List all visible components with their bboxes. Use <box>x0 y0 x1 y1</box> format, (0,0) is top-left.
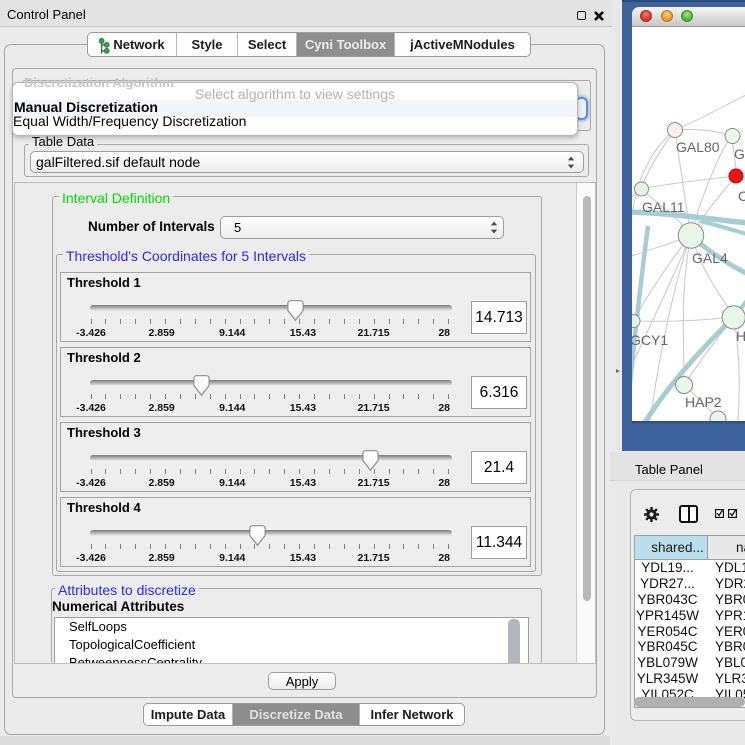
svg-text:HAP2: HAP2 <box>685 394 722 410</box>
svg-text:H: H <box>736 328 745 344</box>
svg-text:C: C <box>738 188 745 204</box>
svg-text:GCY1: GCY1 <box>632 332 668 348</box>
svg-text:GAL80: GAL80 <box>676 139 720 155</box>
svg-text:GAL11: GAL11 <box>642 199 685 215</box>
svg-text:GAL4: GAL4 <box>692 250 728 266</box>
svg-text:GA: GA <box>734 146 745 162</box>
